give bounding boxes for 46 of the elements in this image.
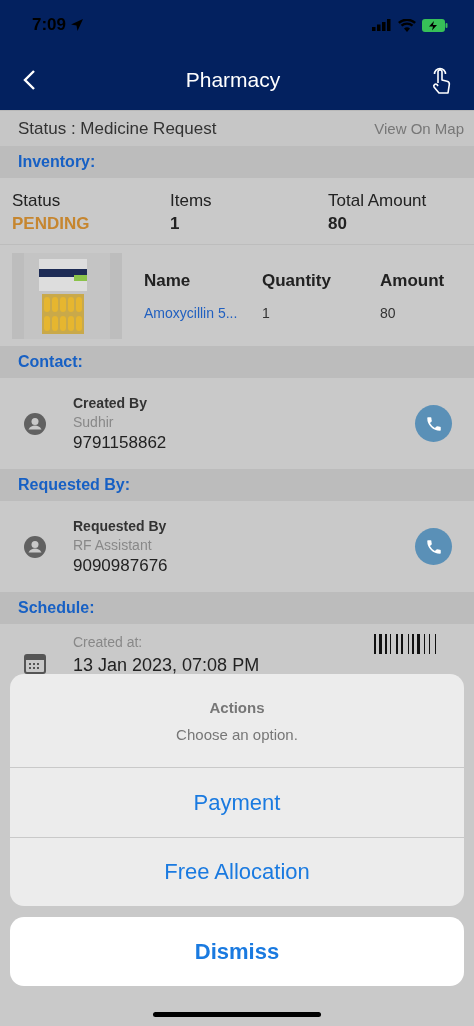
phone-icon (424, 414, 443, 433)
section-heading: Schedule: (18, 599, 95, 617)
stat-label: Total Amount (328, 191, 428, 211)
phone-number: 9090987676 (73, 555, 169, 576)
person-name: RF Assistant (73, 536, 153, 553)
stat-value: 80 (328, 214, 348, 234)
created-at-label: Created at: (73, 634, 144, 650)
column-header: Amount (380, 270, 446, 291)
calendar-icon (24, 654, 46, 674)
section-heading: Inventory: (18, 153, 96, 171)
stat-label: Status (12, 191, 62, 211)
view-on-map-link[interactable]: View On Map (374, 120, 464, 137)
stat-label: Items (170, 191, 213, 211)
sheet-message: Choose an option. (176, 725, 298, 743)
column-header: Quantity (262, 270, 332, 291)
sheet-title: Actions (209, 698, 265, 716)
screen-title: Pharmacy (185, 68, 281, 92)
dismiss-button[interactable]: Dismiss (10, 917, 464, 986)
stat-value: 1 (170, 214, 181, 234)
location-arrow-icon (70, 18, 85, 32)
clock-time: 7:09 (32, 15, 67, 35)
section-heading: Requested By: (18, 476, 131, 494)
person-icon (24, 412, 46, 435)
person-role: Requested By (73, 517, 168, 534)
signal-icon (372, 19, 392, 31)
back-icon[interactable] (22, 69, 36, 91)
medicine-link[interactable]: Amoxycillin 5... (144, 304, 262, 321)
person-icon (24, 535, 46, 558)
table-cell-text: 1 (262, 304, 271, 321)
person-name: Sudhir (73, 413, 115, 430)
phone-number: 9791158862 (73, 432, 168, 453)
action-option[interactable]: Free Allocation (10, 837, 464, 906)
table-cell-text: 80 (380, 304, 397, 321)
battery-charging-icon (422, 18, 448, 32)
call-button[interactable] (415, 528, 452, 565)
wifi-icon (398, 18, 416, 32)
phone-icon (424, 537, 443, 556)
created-at-value: 13 Jan 2023, 07:08 PM (73, 655, 261, 676)
action-option[interactable]: Payment (10, 768, 464, 837)
column-header: Name (144, 270, 192, 291)
request-status: Status : Medicine Request (18, 118, 217, 139)
person-role: Created By (73, 394, 148, 411)
section-heading: Contact: (18, 353, 83, 371)
stat-value: PENDING (12, 214, 91, 234)
call-button[interactable] (415, 405, 452, 442)
hand-pointer-icon[interactable] (430, 65, 452, 95)
